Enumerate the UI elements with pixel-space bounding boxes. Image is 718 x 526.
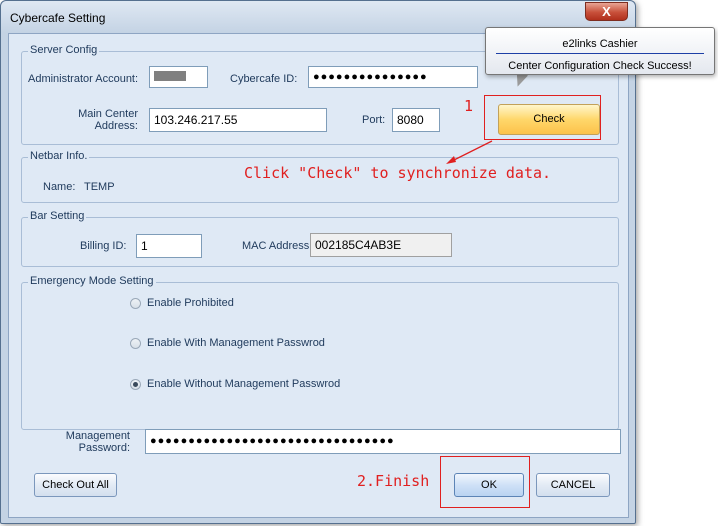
mac-address-field: 002185C4AB3E [310,233,452,257]
cybercafe-setting-window: Cybercafe Setting X Server Config Admini… [0,0,636,524]
radio-button[interactable] [130,338,141,349]
emergency-mode-title: Emergency Mode Setting [28,275,156,287]
cybercafe-id-label: Cybercafe ID: [230,73,298,85]
radio-button-selected[interactable] [130,379,141,390]
cybercafe-id-input[interactable]: ●●●●●●●●●●●●●●● [308,66,478,88]
cancel-button[interactable]: CANCEL [536,473,610,497]
mac-address-label: MAC Address: [242,240,313,252]
management-label-line1: Management [65,430,130,442]
instruction-annotation: Click "Check" to synchronize data. [244,164,552,182]
tooltip-divider [496,53,704,54]
main-center-label-line2: Address: [94,120,138,132]
ok-highlight-box [440,456,530,508]
radio-label[interactable]: Enable With Management Passwrod [147,337,325,349]
main-center-address-input[interactable]: 103.246.217.55 [149,108,327,132]
radio-label[interactable]: Enable Without Management Passwrod [147,378,340,390]
radio-button[interactable] [130,298,141,309]
step1-annotation: 1 [464,97,474,115]
check-out-all-button[interactable]: Check Out All [34,473,117,497]
management-label-line2: Password: [78,442,130,454]
bar-setting-title: Bar Setting [28,210,87,222]
port-input[interactable]: 8080 [392,108,440,132]
emergency-mode-group: Emergency Mode Setting Enable Prohibited… [21,275,619,430]
tooltip-message: Center Configuration Check Success! [508,60,692,72]
netbar-name-label: Name: [43,181,76,193]
admin-account-label: Administrator Account: [28,73,139,85]
server-config-title: Server Config [28,44,100,56]
check-success-tooltip: e2links Cashier Center Configuration Che… [485,27,715,75]
tooltip-title: e2links Cashier [562,38,638,50]
netbar-name-value: TEMP [84,181,115,193]
close-button[interactable]: X [585,2,628,21]
close-icon: X [602,4,611,19]
main-center-label: Main Center Address: [62,108,138,132]
bar-setting-group: Bar Setting Billing ID: 1 MAC Address: 0… [21,210,619,267]
window-title: Cybercafe Setting [10,11,106,25]
management-password-input[interactable]: ●●●●●●●●●●●●●●●●●●●●●●●●●●●●●●●● [145,429,621,454]
port-label: Port: [362,114,386,126]
main-center-label-line1: Main Center [78,108,138,120]
redacted-value [154,71,186,81]
billing-id-label: Billing ID: [80,240,127,252]
admin-account-input[interactable] [149,66,208,88]
billing-id-input[interactable]: 1 [136,234,202,258]
step2-annotation: 2.Finish [357,472,430,490]
check-highlight-box [484,95,601,140]
radio-label[interactable]: Enable Prohibited [147,297,234,309]
management-password-label: Management Password: [49,430,130,454]
netbar-info-title: Netbar Info. [28,150,90,162]
